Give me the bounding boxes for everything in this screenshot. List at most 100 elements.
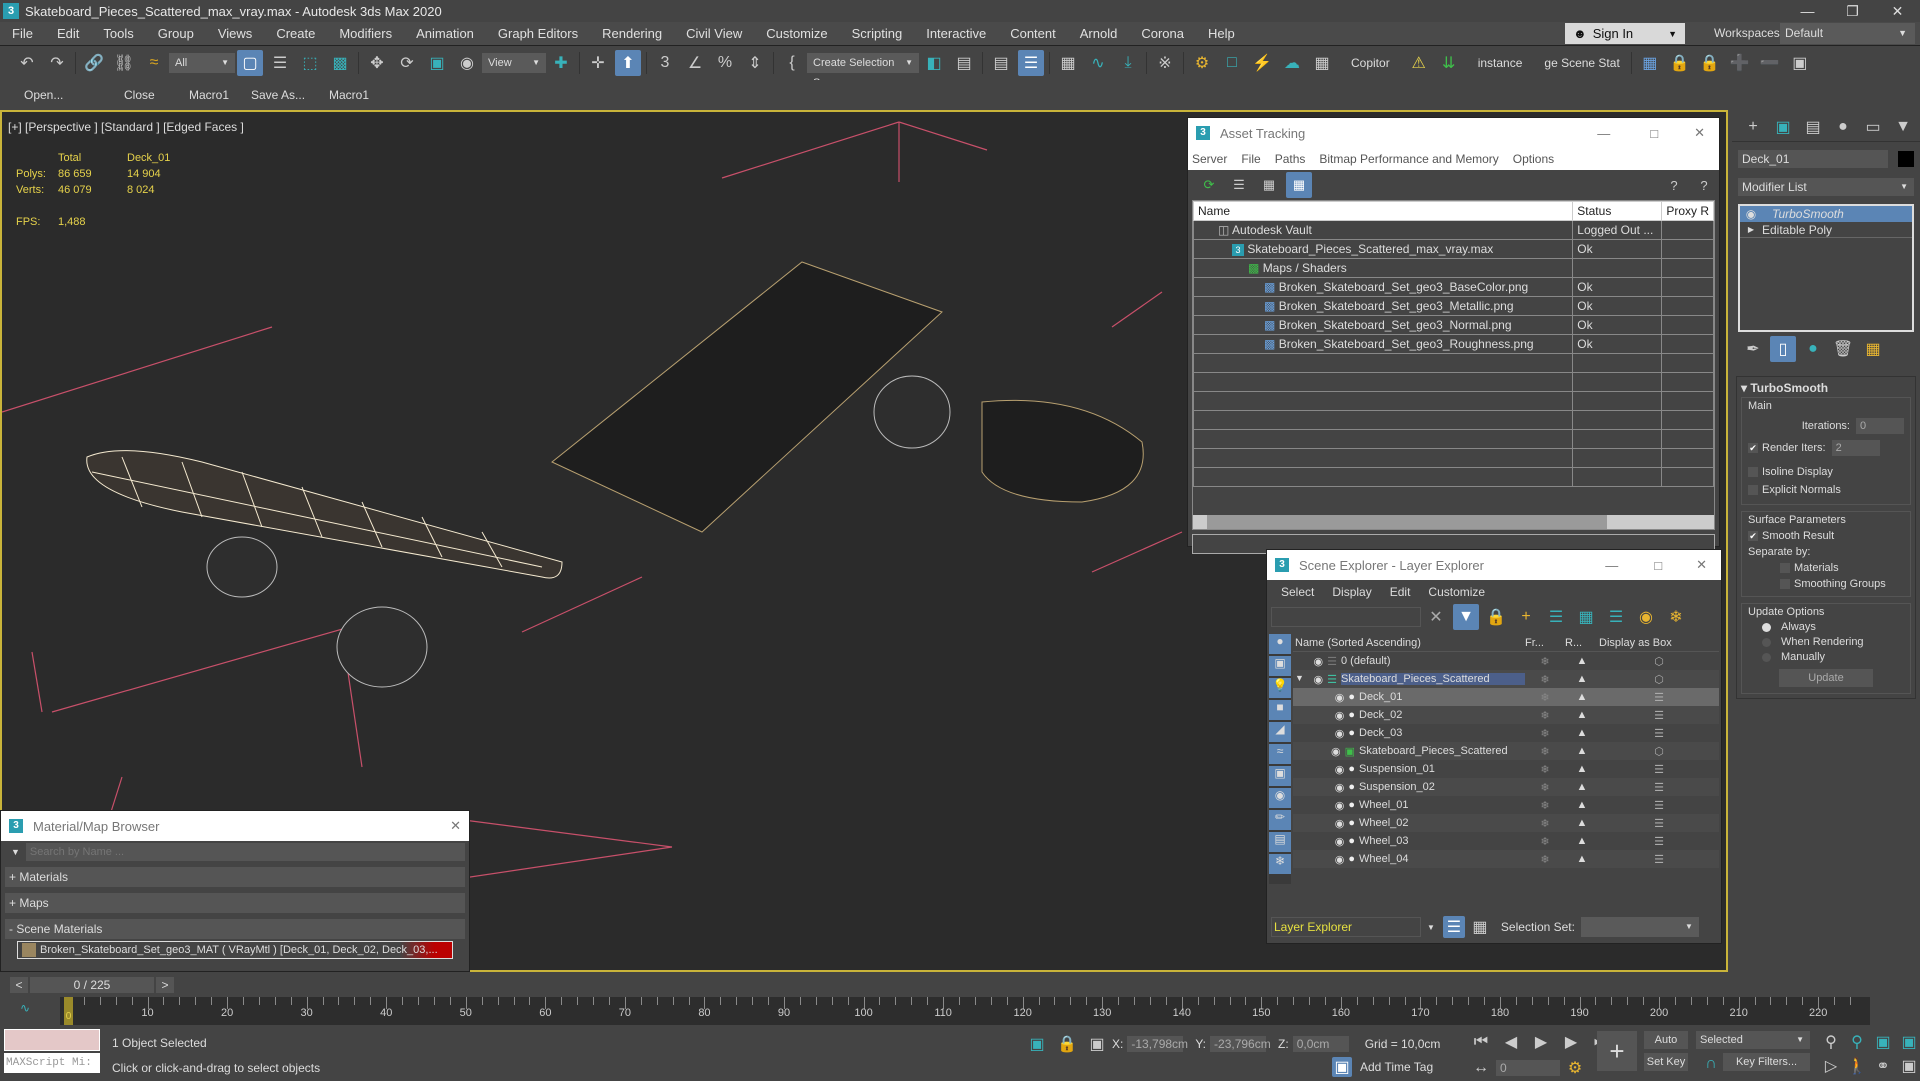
object-color-swatch[interactable] (1898, 151, 1914, 167)
update-rendering-radio[interactable] (1762, 637, 1771, 647)
display-as-box-icon[interactable]: ☰ (1599, 853, 1719, 866)
update-always-radio[interactable] (1762, 622, 1771, 632)
unlink-icon[interactable]: ⛓ (111, 50, 137, 76)
freeze-icon[interactable]: ❄ (1525, 673, 1565, 686)
menu-graph-editors[interactable]: Graph Editors (486, 26, 590, 41)
list-view-icon[interactable]: ☰ (1226, 172, 1252, 198)
selection-filter-dropdown[interactable]: All ▼ (169, 53, 235, 73)
add-to-layer-icon[interactable]: ☰ (1543, 604, 1569, 630)
freeze-icon[interactable]: ❄ (1525, 853, 1565, 866)
layer-tree-row[interactable]: ◉ ● Deck_02 ❄ ▲ ☰ (1293, 706, 1719, 724)
eye-icon[interactable]: ◉ (1314, 655, 1324, 668)
layer-tree-row[interactable]: ◉ ● Wheel_04 ❄ ▲ ☰ (1293, 850, 1719, 868)
col-status[interactable]: Status (1572, 201, 1663, 221)
freeze-icon[interactable]: ❄ (1525, 799, 1565, 812)
col-proxy[interactable]: Proxy R (1661, 201, 1714, 221)
display-as-box-icon[interactable]: ☰ (1599, 817, 1719, 830)
macro1-button-2[interactable]: Macro1 (329, 88, 391, 102)
menu-modifiers[interactable]: Modifiers (327, 26, 404, 41)
menu-customize[interactable]: Customize (754, 26, 839, 41)
snaps-toggle-icon[interactable]: 3 (652, 50, 678, 76)
display-as-box-icon[interactable]: ☰ (1599, 727, 1719, 740)
explorer-select[interactable]: Layer Explorer (1271, 917, 1421, 937)
schematic-view-icon[interactable]: ※ (1152, 50, 1178, 76)
display-as-box-icon[interactable]: ☰ (1599, 835, 1719, 848)
hierarchy-icon[interactable]: ▦ (1573, 604, 1599, 630)
render-icon[interactable]: ▲ (1565, 835, 1599, 847)
spinner-snap-icon[interactable]: ⇕ (742, 50, 768, 76)
layer-tree-row[interactable]: ◉ ☰ 0 (default) ❄ ▲ ⬡ (1293, 652, 1719, 670)
rectangular-selection-icon[interactable]: ⬚ (297, 50, 323, 76)
display-as-box-icon[interactable]: ☰ (1599, 799, 1719, 812)
menu-content[interactable]: Content (998, 26, 1068, 41)
z-field[interactable]: 0,0cm (1292, 1036, 1349, 1052)
update-manually-radio[interactable] (1762, 652, 1771, 662)
expand-arrow-icon[interactable]: ▶ (1740, 225, 1762, 234)
macro1-button[interactable]: Macro1 (189, 88, 251, 102)
render-iters-spinner[interactable]: 2 (1831, 440, 1880, 456)
menu-arnold[interactable]: Arnold (1068, 26, 1130, 41)
filter-icon[interactable]: ▼ (1453, 604, 1479, 630)
table-view-icon[interactable]: ▦ (1286, 172, 1312, 198)
col-name[interactable]: Name (Sorted Ascending) (1293, 637, 1525, 649)
eye-icon[interactable]: ◉ (1740, 207, 1762, 221)
eye-icon[interactable]: ◉ (1335, 763, 1345, 776)
menu-server[interactable]: Server (1192, 152, 1227, 166)
minimize-icon[interactable]: — (1597, 126, 1610, 141)
edit-named-selection-icon[interactable]: { (779, 50, 805, 76)
scene-search-input[interactable] (1271, 607, 1421, 627)
display-as-box-icon[interactable]: ☰ (1599, 763, 1719, 776)
render-setup-icon[interactable]: ⚙ (1189, 50, 1215, 76)
named-selection-dropdown[interactable]: Create Selection Se▼ (807, 53, 919, 89)
menu-bitmap-performance[interactable]: Bitmap Performance and Memory (1319, 152, 1498, 166)
workspaces-select[interactable]: Default ▼ (1780, 23, 1915, 44)
toggle-ribbon-icon[interactable]: ▦ (1055, 50, 1081, 76)
materials-section[interactable]: + Materials (5, 867, 465, 887)
maxscript-mini-listener[interactable]: MAXScript Mi: (4, 1053, 100, 1073)
scene-material-item[interactable]: Broken_Skateboard_Set_geo3_MAT ( VRayMtl… (17, 941, 453, 959)
layer-tree-row[interactable]: ◉ ● Deck_01 ❄ ▲ ☰ (1293, 688, 1719, 706)
open-button[interactable]: Open... (24, 88, 124, 102)
hide-icon[interactable]: ◉ (1633, 604, 1659, 630)
angle-snap-icon[interactable]: ∠ (682, 50, 708, 76)
eye-icon[interactable]: ◉ (1335, 781, 1345, 794)
filter-containers-icon[interactable]: ▤ (1269, 832, 1291, 852)
update-button[interactable]: Update (1779, 669, 1873, 687)
render-to-texture-icon[interactable]: ▦ (1309, 50, 1335, 76)
sign-in-button[interactable]: ☻ Sign In ▼ (1565, 23, 1685, 44)
link-icon[interactable]: 🔗 (81, 50, 107, 76)
display-as-box-icon[interactable]: ⬡ (1599, 745, 1719, 758)
explicit-normals-checkbox[interactable] (1748, 485, 1758, 496)
lock-layout-2-icon[interactable]: 🔒 (1697, 50, 1723, 76)
instance-button[interactable]: instance (1478, 56, 1523, 70)
move-icon[interactable]: ✥ (364, 50, 390, 76)
clear-search-icon[interactable]: ✕ (1423, 604, 1449, 630)
options-arrow-icon[interactable]: ▼ (11, 847, 20, 857)
lock-layout-icon[interactable]: 🔒 (1667, 50, 1693, 76)
remove-modifier-icon[interactable]: 🗑 (1830, 336, 1856, 362)
asset-row[interactable]: ▩ Broken_Skateboard_Set_geo3_Roughness.p… (1193, 334, 1714, 354)
help-2-icon[interactable]: ? (1691, 172, 1717, 198)
manage-scene-states-button[interactable]: ge Scene Stat (1544, 56, 1619, 70)
close-icon[interactable]: ✕ (1696, 557, 1707, 573)
select-manipulate-icon[interactable]: ✛ (585, 50, 611, 76)
filter-bones-icon[interactable]: ✏ (1269, 810, 1291, 830)
curve-editor-toggle-icon[interactable]: ∿ (20, 1001, 30, 1015)
menu-create[interactable]: Create (264, 26, 327, 41)
selection-set-dropdown[interactable]: ▼ (1580, 917, 1699, 937)
layer-tree-row[interactable]: ◉ ● Suspension_01 ❄ ▲ ☰ (1293, 760, 1719, 778)
y-field[interactable]: -23,796cm (1210, 1036, 1271, 1052)
asset-row[interactable]: ▩ Broken_Skateboard_Set_geo3_Normal.png O… (1193, 315, 1714, 335)
percent-snap-icon[interactable]: % (712, 50, 738, 76)
menu-civil-view[interactable]: Civil View (674, 26, 754, 41)
render-icon[interactable]: ▲ (1565, 655, 1599, 667)
select-object-icon[interactable]: ▢ (237, 50, 263, 76)
render-icon[interactable]: ▲ (1565, 781, 1599, 793)
display-as-box-icon[interactable]: ⬡ (1599, 655, 1719, 668)
viewport-layout-icon[interactable]: ▦ (1637, 50, 1663, 76)
utilities-tab-icon[interactable]: ▼ (1890, 114, 1916, 140)
col-display-as-box[interactable]: Display as Box (1599, 637, 1672, 649)
freeze-icon[interactable]: ❄ (1663, 604, 1689, 630)
smoothing-groups-checkbox[interactable] (1780, 579, 1790, 590)
materials-checkbox[interactable] (1780, 563, 1790, 574)
